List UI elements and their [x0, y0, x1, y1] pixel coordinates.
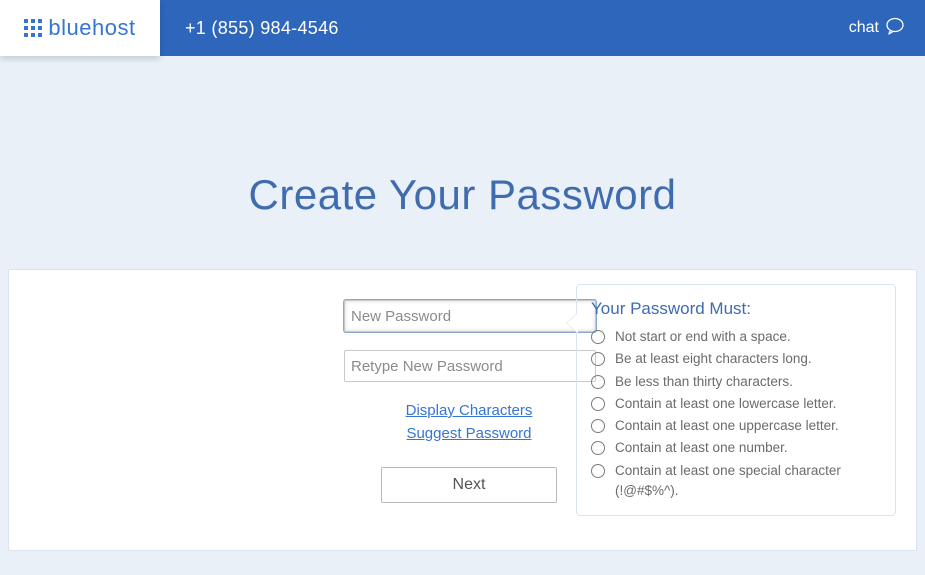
app-header: bluehost +1 (855) 984-4546 chat: [0, 0, 925, 56]
bullet-icon: [591, 397, 605, 411]
rule-item: Be at least eight characters long.: [591, 349, 881, 369]
rule-item: Not start or end with a space.: [591, 327, 881, 347]
brand-logo[interactable]: bluehost: [0, 0, 160, 56]
rule-text: Be at least eight characters long.: [615, 349, 812, 369]
chat-label: chat: [849, 19, 879, 37]
brand-name: bluehost: [48, 15, 135, 41]
rule-item: Contain at least one lowercase letter.: [591, 394, 881, 414]
grid-icon: [24, 19, 42, 37]
password-rules-box: Your Password Must: Not start or end wit…: [576, 284, 896, 516]
rule-item: Be less than thirty characters.: [591, 372, 881, 392]
rule-item: Contain at least one uppercase letter.: [591, 416, 881, 436]
rule-text: Contain at least one uppercase letter.: [615, 416, 839, 436]
display-characters-link[interactable]: Display Characters: [344, 400, 594, 423]
new-password-input[interactable]: [344, 300, 596, 332]
rule-text: Contain at least one special character (…: [615, 461, 881, 502]
bullet-icon: [591, 330, 605, 344]
bullet-icon: [591, 352, 605, 366]
rule-text: Not start or end with a space.: [615, 327, 791, 347]
rules-title: Your Password Must:: [591, 299, 881, 319]
rule-text: Contain at least one lowercase letter.: [615, 394, 836, 414]
rule-item: Contain at least one special character (…: [591, 461, 881, 502]
password-panel: Display Characters Suggest Password Next…: [8, 269, 917, 551]
rule-text: Be less than thirty characters.: [615, 372, 793, 392]
bullet-icon: [591, 419, 605, 433]
retype-password-input[interactable]: [344, 350, 596, 382]
bullet-icon: [591, 464, 605, 478]
chat-icon: [879, 17, 905, 40]
chat-button[interactable]: chat: [849, 17, 905, 40]
password-form: Display Characters Suggest Password Next: [344, 300, 594, 503]
hero-section: Create Your Password: [0, 56, 925, 219]
rule-item: Contain at least one number.: [591, 438, 881, 458]
bullet-icon: [591, 375, 605, 389]
support-phone[interactable]: +1 (855) 984-4546: [185, 18, 339, 39]
rule-text: Contain at least one number.: [615, 438, 788, 458]
next-button[interactable]: Next: [381, 467, 557, 503]
suggest-password-link[interactable]: Suggest Password: [344, 423, 594, 446]
bullet-icon: [591, 441, 605, 455]
page-title: Create Your Password: [0, 171, 925, 219]
